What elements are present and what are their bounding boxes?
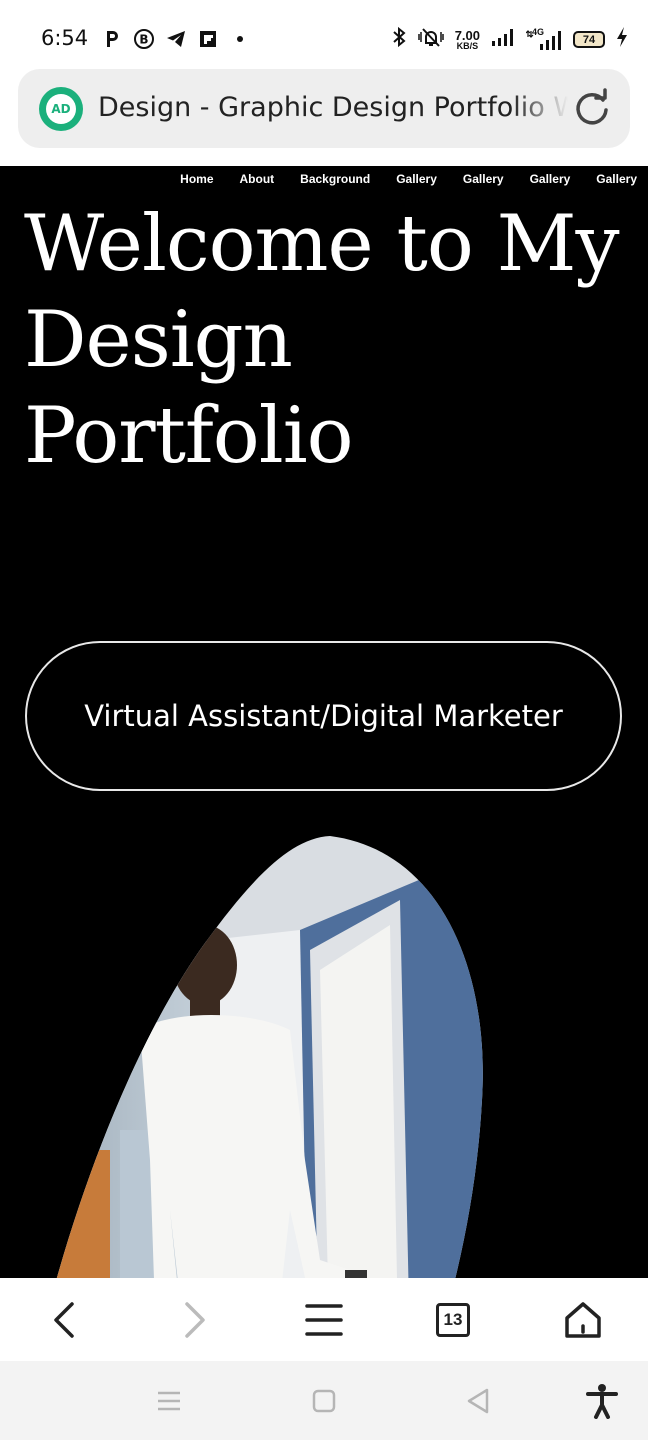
site-nav: Home About Background Gallery Gallery Ga…: [180, 172, 637, 186]
site-icon-label: AD: [46, 94, 76, 124]
battery-icon: 74: [573, 31, 605, 48]
site-icon: AD: [39, 87, 83, 131]
nav-gallery-4[interactable]: Gallery: [596, 172, 637, 186]
home-button[interactable]: [561, 1298, 605, 1342]
flipboard-icon: [197, 28, 219, 50]
menu-button[interactable]: [302, 1298, 346, 1342]
status-right-icons: 7.00 KB/S 4G 74: [391, 26, 628, 53]
home-nav-button[interactable]: [306, 1383, 342, 1419]
dot-icon: [229, 28, 251, 50]
nav-about[interactable]: About: [240, 172, 275, 186]
b-app-icon: B: [133, 28, 155, 50]
nav-gallery-1[interactable]: Gallery: [396, 172, 437, 186]
nav-background[interactable]: Background: [300, 172, 370, 186]
back-button[interactable]: [43, 1298, 87, 1342]
profile-photo: [20, 836, 483, 1278]
net-speed-unit: KB/S: [456, 40, 479, 51]
net-speed: 7.00 KB/S: [455, 29, 480, 51]
page-title[interactable]: Design - Graphic Design Portfolio Websit…: [98, 92, 568, 123]
tab-count: 13: [436, 1303, 470, 1337]
nav-gallery-3[interactable]: Gallery: [530, 172, 571, 186]
status-bar: 6:54 B 7.00 KB/S 4G 74: [0, 0, 648, 78]
back-nav-button[interactable]: [460, 1383, 496, 1419]
bluetooth-icon: [391, 26, 407, 53]
address-bar[interactable]: AD Design - Graphic Design Portfolio Web…: [18, 69, 630, 148]
signal-4g-icon: 4G: [526, 27, 562, 51]
reload-icon[interactable]: [572, 88, 612, 128]
webpage: Home About Background Gallery Gallery Ga…: [0, 166, 648, 1278]
p-app-icon: [101, 28, 123, 50]
system-nav-bar: [0, 1361, 648, 1440]
net-speed-value: 7.00: [454, 27, 480, 43]
accessibility-icon[interactable]: [584, 1383, 620, 1419]
recent-apps-button[interactable]: [151, 1383, 187, 1419]
browser-toolbar: 13: [0, 1278, 648, 1361]
forward-button[interactable]: [172, 1298, 216, 1342]
mute-icon: [417, 26, 444, 53]
role-pill: Virtual Assistant/Digital Marketer: [25, 641, 622, 791]
svg-text:B: B: [139, 33, 148, 47]
status-time: 6:54: [41, 26, 89, 50]
signal-icon: [491, 27, 515, 52]
tabs-button[interactable]: 13: [431, 1298, 475, 1342]
telegram-icon: [165, 28, 187, 50]
notification-icons: B: [101, 28, 251, 50]
hero-title: Welcome to My Design Portfolio: [24, 199, 620, 481]
nav-home[interactable]: Home: [180, 172, 213, 186]
nav-gallery-2[interactable]: Gallery: [463, 172, 504, 186]
charging-icon: [616, 26, 628, 53]
